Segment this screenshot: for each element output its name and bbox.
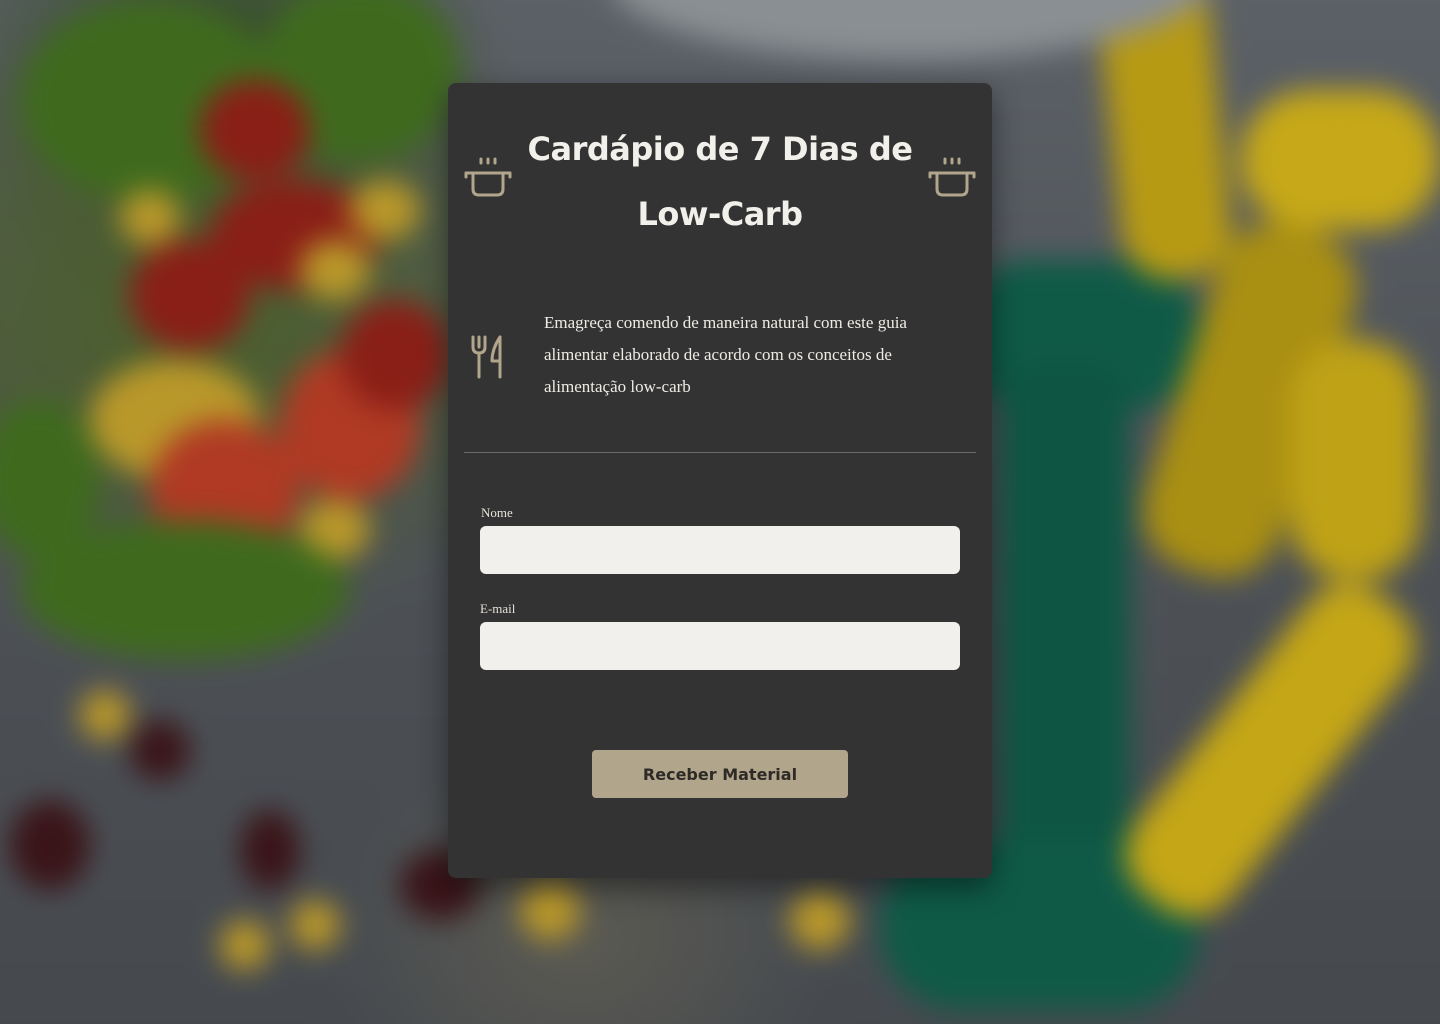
name-input[interactable] (480, 526, 960, 574)
fork-knife-icon (471, 335, 502, 379)
email-label: E-mail (480, 601, 516, 616)
divider (464, 452, 976, 453)
submit-button[interactable]: Receber Material (592, 750, 848, 798)
page-title: Cardápio de 7 Dias de Low-Carb (527, 130, 913, 233)
description-text: Emagreça comendo de maneira natural com … (544, 313, 907, 396)
cooking-pot-icon (464, 157, 512, 197)
email-input[interactable] (480, 622, 960, 670)
name-label: Nome (481, 505, 513, 520)
cooking-pot-icon (928, 157, 976, 197)
signup-card: Cardápio de 7 Dias de Low-Carb Emagreça … (448, 83, 992, 878)
